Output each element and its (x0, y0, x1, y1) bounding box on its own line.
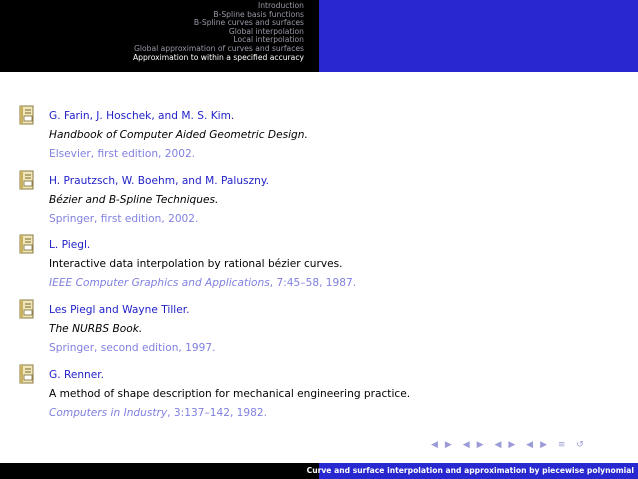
book-icon (19, 170, 34, 190)
reference-authors: Les Piegl and Wayne Tiller. (49, 304, 190, 316)
reference-authors: H. Prautzsch, W. Boehm, and M. Paluszny. (49, 175, 269, 187)
nav-subsection-next-icon[interactable]: ▶ (477, 440, 485, 450)
book-icon (19, 105, 34, 125)
reference-title: Interactive data interpolation by ration… (49, 258, 343, 270)
reference-publication: Computers in Industry, 3:137–142, 1982. (49, 407, 267, 419)
footer-title: Curve and surface interpolation and appr… (306, 466, 634, 475)
nav-frame-next-icon[interactable]: ▶ (445, 440, 453, 450)
nav-subsection-prev-icon[interactable]: ◀ (463, 440, 471, 450)
reference-title: A method of shape description for mechan… (49, 388, 411, 400)
reference-authors: L. Piegl. (49, 239, 91, 251)
book-icon (19, 234, 34, 254)
reference-journal: IEEE Computer Graphics and Applications (49, 277, 270, 289)
nav-search-icon[interactable]: ↺ (576, 440, 585, 450)
reference-details: Springer, second edition, 1997. (49, 342, 216, 354)
nav-section-prev-icon[interactable]: ◀ (494, 440, 502, 450)
reference-title: The NURBS Book. (49, 323, 143, 335)
beamer-navigation: ◀ ▶ ◀ ▶ ◀ ▶ ◀ ▶ ≡ ↺ (431, 440, 591, 450)
reference-publication: IEEE Computer Graphics and Applications,… (49, 277, 356, 289)
book-icon (19, 364, 34, 384)
reference-journal: Computers in Industry (49, 407, 168, 419)
footer-left-panel (0, 463, 319, 479)
nav-subsubsection-next-icon[interactable]: ▶ (540, 440, 548, 450)
bibliography: G. Farin, J. Hoschek, and M. S. Kim. Han… (0, 0, 638, 479)
reference-details: , 3:137–142, 1982. (167, 407, 268, 419)
reference-authors: G. Farin, J. Hoschek, and M. S. Kim. (49, 110, 235, 122)
nav-frame-prev-icon[interactable]: ◀ (431, 440, 439, 450)
nav-subsubsection-prev-icon[interactable]: ◀ (526, 440, 534, 450)
reference-title: Handbook of Computer Aided Geometric Des… (49, 129, 308, 141)
book-icon (19, 299, 34, 319)
reference-publication: Springer, first edition, 2002. (49, 213, 198, 225)
reference-authors: G. Renner. (49, 369, 105, 381)
reference-title: Bézier and B-Spline Techniques. (49, 194, 219, 206)
reference-details: Elsevier, first edition, 2002. (49, 148, 196, 160)
reference-details: , 7:45–58, 1987. (269, 277, 357, 289)
nav-align-icon[interactable]: ≡ (558, 440, 567, 450)
footer-bar: Curve and surface interpolation and appr… (0, 463, 638, 479)
reference-details: Springer, first edition, 2002. (49, 213, 199, 225)
reference-publication: Elsevier, first edition, 2002. (49, 148, 195, 160)
reference-publication: Springer, second edition, 1997. (49, 342, 215, 354)
nav-section-next-icon[interactable]: ▶ (508, 440, 516, 450)
